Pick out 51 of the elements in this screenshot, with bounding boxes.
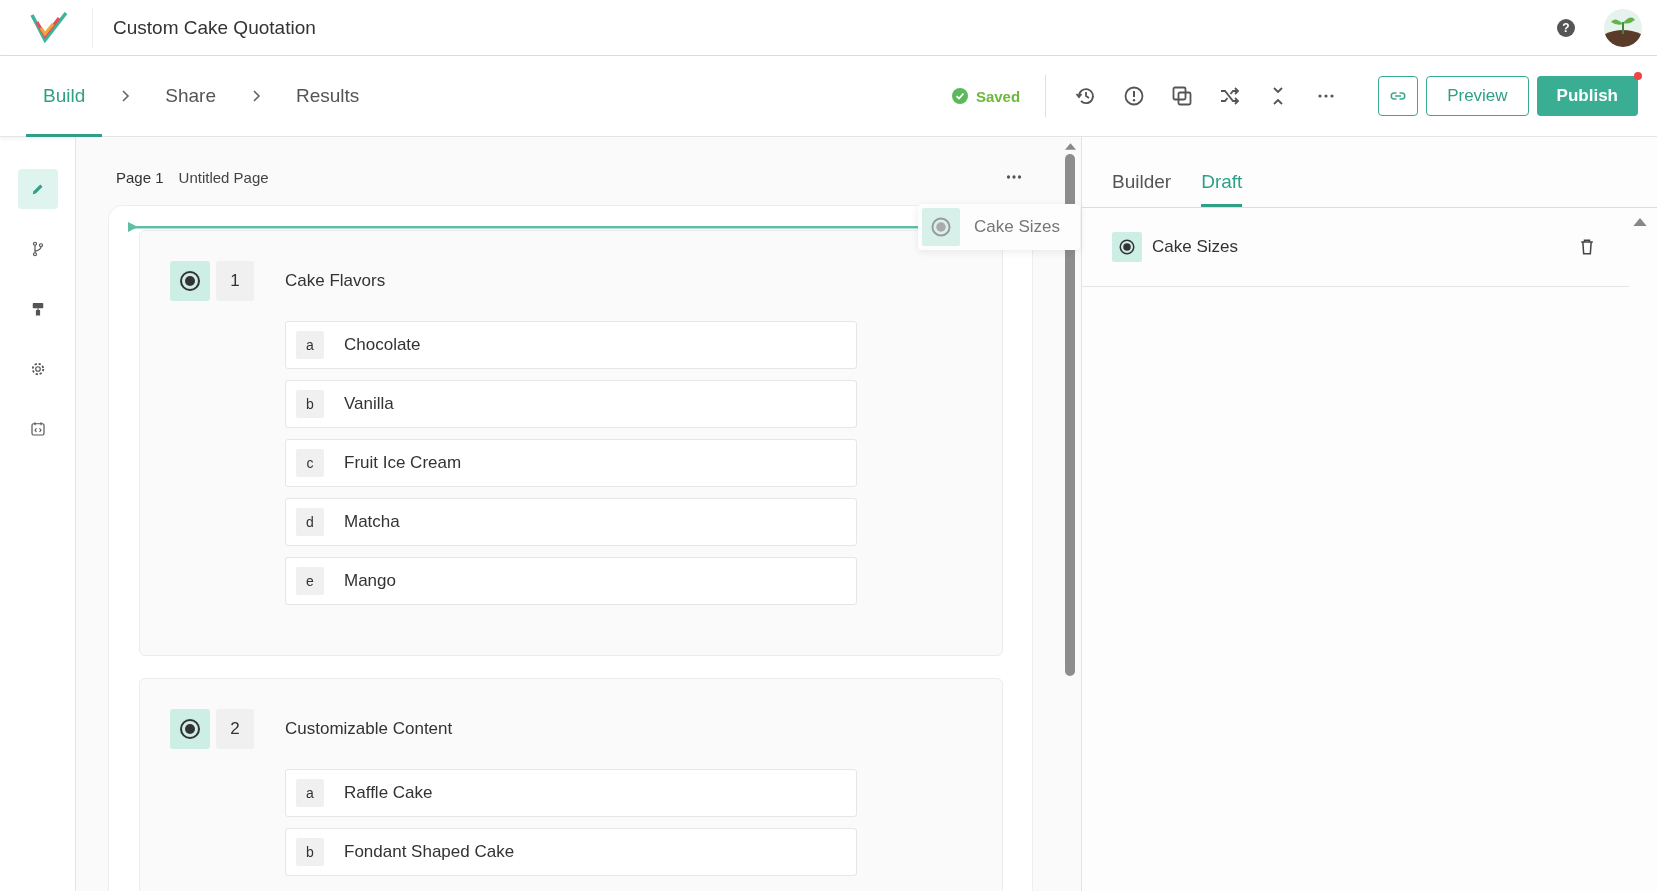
- draft-item[interactable]: Cake Sizes: [1082, 208, 1629, 287]
- option-text: Mango: [344, 571, 396, 591]
- option-letter: b: [296, 390, 324, 418]
- answer-option[interactable]: a Chocolate: [285, 321, 857, 369]
- radio-type-icon: [1112, 232, 1142, 262]
- document-title: Custom Cake Quotation: [113, 16, 316, 39]
- answer-option[interactable]: a Raffle Cake: [285, 769, 857, 817]
- option-letter: c: [296, 449, 324, 477]
- answer-option[interactable]: b Fondant Shaped Cake: [285, 828, 857, 876]
- question-card[interactable]: 2 Customizable Content a Raffle Cake b Fondant Shaped Cake: [139, 678, 1003, 891]
- option-text: Fruit Ice Cream: [344, 453, 462, 473]
- code-icon: [28, 420, 47, 438]
- option-letter: a: [296, 779, 324, 807]
- option-text: Fondant Shaped Cake: [344, 842, 515, 862]
- option-letter: d: [296, 508, 324, 536]
- option-text: Matcha: [344, 512, 400, 532]
- panel-tab[interactable]: Builder: [1112, 159, 1172, 207]
- option-letter: a: [296, 331, 324, 359]
- scroll-up-icon[interactable]: [1633, 218, 1647, 226]
- option-text: Vanilla: [344, 394, 394, 414]
- option-letter: b: [296, 838, 324, 866]
- answer-option[interactable]: e Mango: [285, 557, 857, 605]
- radio-type-icon: [170, 261, 210, 301]
- answer-option[interactable]: b Vanilla: [285, 380, 857, 428]
- draft-item-title: Cake Sizes: [1152, 237, 1238, 257]
- page-name: Untitled Page: [178, 168, 269, 186]
- page-number: Page 1: [116, 168, 164, 186]
- avatar-icon[interactable]: [1603, 7, 1643, 48]
- scrollbar-thumb[interactable]: [1065, 154, 1075, 676]
- option-letter: e: [296, 567, 324, 595]
- radio-type-icon: [170, 709, 210, 749]
- question-title: Cake Flavors: [285, 271, 386, 291]
- answer-option[interactable]: d Matcha: [285, 498, 857, 546]
- scroll-up-icon[interactable]: [1064, 143, 1076, 150]
- step-tab[interactable]: Results: [278, 55, 377, 137]
- option-text: Chocolate: [344, 335, 421, 355]
- answer-option[interactable]: c Fruit Ice Cream: [285, 439, 857, 487]
- step-tab[interactable]: Share: [148, 55, 233, 137]
- logo-icon: [28, 9, 70, 46]
- option-text: Raffle Cake: [344, 783, 433, 803]
- dragged-question[interactable]: Cake Sizes: [918, 204, 1080, 250]
- question-number: 1: [216, 261, 254, 301]
- chevron-right-icon: [120, 89, 131, 103]
- check-icon: [951, 88, 968, 104]
- question-number: 2: [216, 709, 254, 749]
- question-title: Customizable Content: [285, 719, 453, 739]
- chevron-right-icon: [250, 89, 261, 103]
- saved-status: Saved: [975, 87, 1021, 105]
- link-button[interactable]: [1378, 76, 1419, 116]
- help-button[interactable]: ?: [1557, 18, 1575, 37]
- radio-type-icon: [922, 208, 960, 246]
